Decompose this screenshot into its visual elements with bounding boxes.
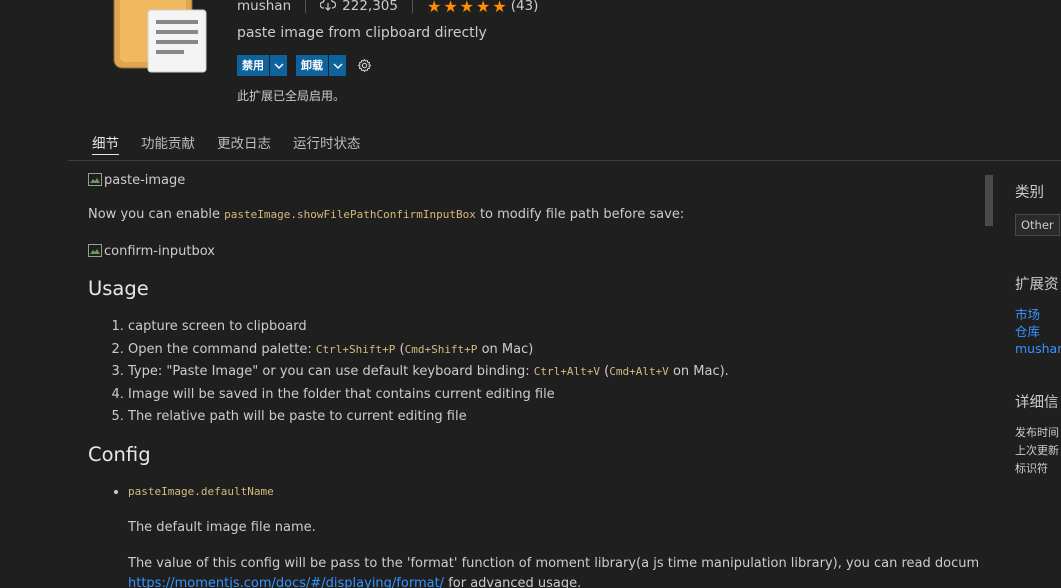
star-icon: ★ — [443, 0, 458, 16]
tab-contributions[interactable]: 功能贡献 — [141, 132, 195, 155]
extension-description: paste image from clipboard directly — [237, 25, 487, 41]
text: The relative path will be paste to curre… — [128, 409, 467, 425]
broken-image-icon — [88, 173, 104, 187]
readme-content: paste-image Now you can enable pasteImag… — [88, 160, 978, 588]
inline-code: Ctrl+Shift+P — [315, 342, 396, 356]
resource-links: 市场 仓库 mushan — [1015, 306, 1061, 357]
disable-button[interactable]: 禁用 — [237, 55, 269, 76]
list-item: Open the command palette: Ctrl+Shift+P (… — [128, 339, 729, 362]
scrollbar-thumb[interactable] — [985, 175, 993, 226]
divider — [305, 0, 307, 13]
marketplace-link[interactable]: 市场 — [1015, 306, 1061, 323]
uninstall-button-group: 卸载 — [296, 55, 346, 76]
text: Open the command palette: — [128, 341, 316, 357]
star-icon: ★ — [426, 0, 442, 16]
star-icon: ★ — [459, 0, 474, 16]
list-item: Type: "Paste Image" or you can use defau… — [128, 361, 729, 384]
published-label: 发布时间 — [1015, 426, 1059, 439]
cloud-download-icon — [319, 0, 337, 15]
clipboard-document-icon — [110, 0, 208, 74]
text: Image will be saved in the folder that c… — [128, 386, 555, 402]
usage-heading: Usage — [88, 277, 149, 300]
moment-docs-link[interactable]: https://momentjs.com/docs/#/displaying/f… — [128, 576, 444, 588]
resources-heading: 扩展资 — [1015, 277, 1059, 293]
install-count: 222,305 — [319, 0, 398, 15]
uninstall-dropdown-button[interactable] — [328, 55, 346, 76]
text: on Mac) — [477, 341, 534, 357]
readme-image: paste-image — [88, 171, 185, 189]
text: on Mac). — [668, 364, 729, 380]
disable-dropdown-button[interactable] — [269, 55, 287, 76]
image-alt-text: confirm-inputbox — [104, 243, 215, 259]
usage-list: capture screen to clipboard Open the com… — [88, 316, 729, 429]
text: capture screen to clipboard — [128, 319, 307, 334]
text: Type: "Paste Image" or you can use defau… — [128, 364, 534, 380]
text: to modify file path before save: — [475, 207, 685, 222]
chevron-down-icon — [333, 58, 343, 73]
text: for advanced usage. — [444, 576, 582, 588]
rating[interactable]: ★ ★ ★ ★ ★ (43) — [427, 0, 538, 16]
config-heading: Config — [88, 443, 151, 466]
list-item: capture screen to clipboard — [128, 316, 729, 339]
details-heading: 详细信 — [1015, 395, 1059, 411]
tab-runtime-status[interactable]: 运行时状态 — [293, 132, 361, 155]
readme-image: confirm-inputbox — [88, 242, 215, 260]
repository-link[interactable]: 仓库 — [1015, 323, 1061, 340]
list-item: The relative path will be paste to curre… — [128, 406, 729, 429]
list-item: Image will be saved in the folder that c… — [128, 384, 729, 407]
text: ( — [599, 364, 610, 380]
action-bar: 禁用 卸载 — [237, 55, 372, 76]
detail-labels: 发布时间 上次更新 标识符 — [1015, 424, 1059, 478]
text: ( — [395, 341, 405, 357]
inline-code: pasteImage.showFilePathConfirmInputBox — [224, 208, 476, 221]
config-list: pasteImage.defaultName — [88, 484, 274, 499]
disable-button-group: 禁用 — [237, 55, 287, 76]
last-updated-label: 上次更新 — [1015, 444, 1059, 457]
tab-details[interactable]: 细节 — [92, 132, 119, 155]
extension-meta: mushan 222,305 ★ ★ ★ ★ ★ (43) — [237, 0, 538, 16]
category-tags: Other — [1015, 204, 1060, 236]
star-icon: ★ — [492, 0, 507, 16]
publisher-link[interactable]: mushan — [1015, 340, 1061, 357]
tab-changelog[interactable]: 更改日志 — [217, 132, 271, 155]
config-detail: The value of this config will be pass to… — [128, 556, 978, 571]
gear-icon[interactable] — [356, 58, 372, 74]
divider — [411, 0, 413, 13]
inline-code: Ctrl+Alt+V — [533, 365, 600, 379]
tab-bar: 细节 功能贡献 更改日志 运行时状态 — [92, 132, 361, 155]
inline-code: Cmd+Alt+V — [609, 365, 669, 379]
rating-count: (43) — [510, 0, 539, 14]
paragraph: Now you can enable pasteImage.showFilePa… — [88, 205, 684, 225]
enabled-status: 此扩展已全局启用。 — [237, 89, 346, 103]
paragraph: https://momentjs.com/docs/#/displaying/f… — [128, 574, 581, 588]
categories-heading: 类别 — [1015, 185, 1044, 201]
chevron-down-icon — [274, 58, 284, 73]
inline-code: pasteImage.defaultName — [128, 485, 274, 498]
extension-header: mushan 222,305 ★ ★ ★ ★ ★ (43) paste imag… — [0, 0, 1061, 125]
publisher-link[interactable]: mushan — [237, 0, 291, 14]
broken-image-icon — [88, 244, 104, 258]
inline-code: Cmd+Shift+P — [404, 342, 478, 356]
image-alt-text: paste-image — [104, 172, 186, 188]
config-description: The default image file name. — [128, 520, 316, 535]
text: Now you can enable — [88, 207, 225, 222]
list-item: pasteImage.defaultName — [128, 484, 274, 499]
category-tag[interactable]: Other — [1015, 214, 1060, 236]
identifier-label: 标识符 — [1015, 462, 1048, 475]
star-icon: ★ — [476, 0, 491, 16]
uninstall-button[interactable]: 卸载 — [296, 55, 328, 76]
install-count-value: 222,305 — [342, 0, 398, 14]
